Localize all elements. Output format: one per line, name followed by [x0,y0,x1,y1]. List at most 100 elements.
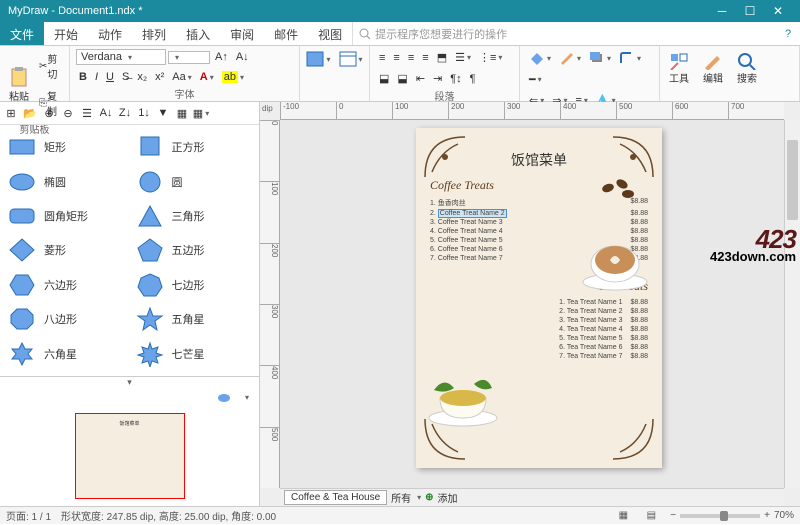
edit-button[interactable]: 编辑 [700,49,726,88]
search-button[interactable]: 搜索 [734,49,760,88]
shape-triangle[interactable]: 三角形 [134,200,254,232]
font-case-button[interactable]: Aa [169,68,194,86]
theme-button[interactable] [336,48,366,70]
menu-item[interactable]: 2. Tea Treat Name 2$8.88 [430,307,648,316]
fill-button[interactable] [526,48,554,68]
shadow-button[interactable] [586,48,614,68]
tab-review[interactable]: 审阅 [220,22,264,45]
cut-button[interactable]: ✂剪切 [36,48,63,84]
sort-num-button[interactable]: 1↓ [135,104,153,122]
shape-ellipse[interactable]: 椭圆 [6,165,126,197]
shape-roundrect[interactable]: 圆角矩形 [6,200,126,232]
menu-item[interactable]: 1. Tea Treat Name 1$8.88 [430,298,648,307]
more-button[interactable]: ▦ [192,104,210,122]
menu-item[interactable]: 3. Tea Treat Name 3$8.88 [430,316,648,325]
shape-rect[interactable]: 矩形 [6,131,126,163]
align-center-button[interactable]: ≡ [390,49,402,67]
zoom-in-button[interactable]: + [764,510,770,521]
drawing-canvas[interactable]: 饭馆菜单 Coffee Treats 1. 鱼香肉丝$8.882. Coffee… [280,120,784,488]
menu-item[interactable]: 4. Coffee Treat Name 4$8.88 [430,227,648,236]
close-button[interactable]: ✕ [764,4,792,18]
sort-az-button[interactable]: A↓ [97,104,115,122]
menu-item[interactable]: 2. Coffee Treat Name 2$8.88 [430,209,648,218]
menu-item[interactable]: 7. Tea Treat Name 7$8.88 [430,352,648,361]
new-shape-button[interactable]: ⊞ [2,104,20,122]
tools-button[interactable]: 工具 [666,49,692,88]
add-page-button[interactable]: 添加 [438,490,458,505]
highlight-button[interactable]: ab [219,68,247,86]
tab-file[interactable]: 文件 [0,22,44,45]
shape-star6[interactable]: 六角星 [6,338,126,370]
font-shrink-button[interactable]: A↓ [233,48,252,66]
italic-button[interactable]: I [92,68,101,86]
zoom-out-button[interactable]: − [670,510,676,521]
valign-mid-button[interactable]: ⬓ [376,69,392,88]
tab-insert[interactable]: 插入 [176,22,220,45]
add-button[interactable]: ⊕ [40,104,58,122]
remove-button[interactable]: ⊖ [59,104,77,122]
horizontal-ruler[interactable]: -1000100200300400500600700 [280,102,784,120]
tell-me-search[interactable]: 提示程序您想要进行的操作 [352,22,776,45]
menu-title[interactable]: 饭馆菜单 [430,150,648,170]
line-button[interactable] [556,48,584,68]
subscript-button[interactable]: x₂ [134,68,150,86]
font-size-combo[interactable] [168,51,210,64]
tab-view[interactable]: 视图 [308,22,352,45]
valign-top-button[interactable]: ⬒ [434,48,450,67]
shape-square[interactable]: 正方形 [134,131,254,163]
shape-octagon[interactable]: 八边形 [6,303,126,335]
shape-heptagon[interactable]: 七边形 [134,269,254,301]
tab-home[interactable]: 开始 [44,22,88,45]
align-justify-button[interactable]: ≡ [419,49,431,67]
document-page[interactable]: 饭馆菜单 Coffee Treats 1. 鱼香肉丝$8.882. Coffee… [416,128,662,468]
page-tab-all[interactable]: 所有 [391,490,411,505]
shape-circle[interactable]: 圆 [134,165,254,197]
minimize-button[interactable]: ─ [708,4,736,18]
thumb-options-button[interactable] [237,388,255,406]
page-tab-document[interactable]: Coffee & Tea House [284,490,387,505]
zoom-value[interactable]: 70% [774,510,794,521]
menu-item[interactable]: 6. Tea Treat Name 6$8.88 [430,343,648,352]
list-view-button[interactable]: ☰ [78,104,96,122]
tab-mail[interactable]: 邮件 [264,22,308,45]
font-grow-button[interactable]: A↑ [212,48,231,66]
add-page-icon[interactable]: ⊕ [425,492,433,503]
superscript-button[interactable]: x² [152,68,167,86]
tab-actions[interactable]: 动作 [88,22,132,45]
line-spacing2-button[interactable]: ¶ [467,69,479,88]
vertical-scrollbar[interactable] [784,120,800,488]
dash-button[interactable]: ━ [526,70,545,89]
menu-item[interactable]: 3. Coffee Treat Name 3$8.88 [430,218,648,227]
bullets-button[interactable]: ☰ [452,48,474,67]
font-color-button[interactable]: A [197,68,217,86]
thumb-view-button[interactable] [215,388,233,406]
help-button[interactable]: ? [776,22,800,45]
paste-button[interactable]: 粘贴 [6,63,32,106]
align-right-button[interactable]: ≡ [405,49,417,67]
menu-item[interactable]: 4. Tea Treat Name 4$8.88 [430,325,648,334]
filter-button[interactable]: ▼ [154,104,172,122]
zoom-slider[interactable] [680,514,760,518]
corner-button[interactable] [616,48,644,68]
open-button[interactable]: 📂 [21,104,39,122]
line-spacing-button[interactable]: ¶↕ [447,69,464,88]
strike-button[interactable]: S̶ [119,68,132,86]
shape-star7[interactable]: 七芒星 [134,338,254,370]
zoom-control[interactable]: − + 70% [670,510,794,521]
shape-star5[interactable]: 五角星 [134,303,254,335]
indent-dec-button[interactable]: ⇤ [413,69,428,88]
view-mode-2[interactable]: ▤ [642,507,660,525]
page-thumbnail[interactable]: 饭馆菜单 [75,413,185,499]
shape-pentagon[interactable]: 五边形 [134,234,254,266]
palette-button[interactable]: ▦ [173,104,191,122]
shape-diamond[interactable]: 菱形 [6,234,126,266]
numbering-button[interactable]: ⋮≡ [476,48,505,67]
menu-item[interactable]: 5. Tea Treat Name 5$8.88 [430,334,648,343]
view-mode-1[interactable]: ▦ [614,507,632,525]
sort-za-button[interactable]: Z↓ [116,104,134,122]
maximize-button[interactable]: ☐ [736,4,764,18]
underline-button[interactable]: U [103,68,117,86]
tab-arrange[interactable]: 排列 [132,22,176,45]
styles-button[interactable] [303,48,333,70]
vertical-ruler[interactable]: 0100200300400500 [260,120,280,488]
